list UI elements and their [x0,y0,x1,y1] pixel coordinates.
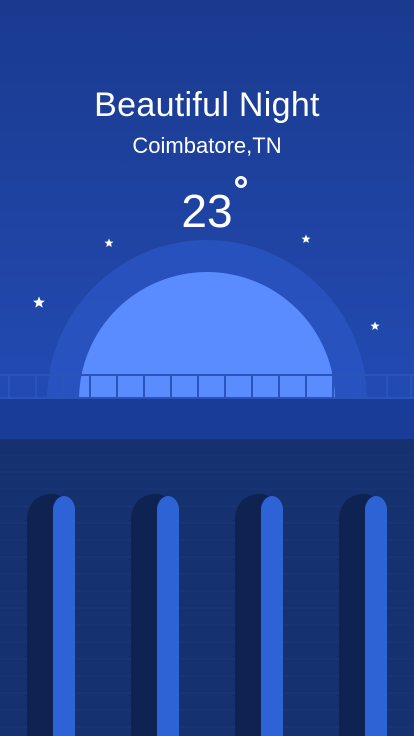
temperature-block: 23 [0,176,414,237]
degree-symbol-icon [234,176,247,188]
bridge-arch [27,494,75,736]
bridge-arch [131,494,179,736]
bridge-arch [235,494,283,736]
temperature-value: 23 [181,185,233,237]
bridge-deck [0,399,414,439]
temperature-display: 23 [181,176,247,237]
location-label: Coimbatore,TN [132,133,282,158]
weather-screen: Beautiful Night Coimbatore,TN 23 [0,0,414,736]
bridge-arch [339,494,387,736]
weather-headline: Beautiful Night [94,86,320,124]
